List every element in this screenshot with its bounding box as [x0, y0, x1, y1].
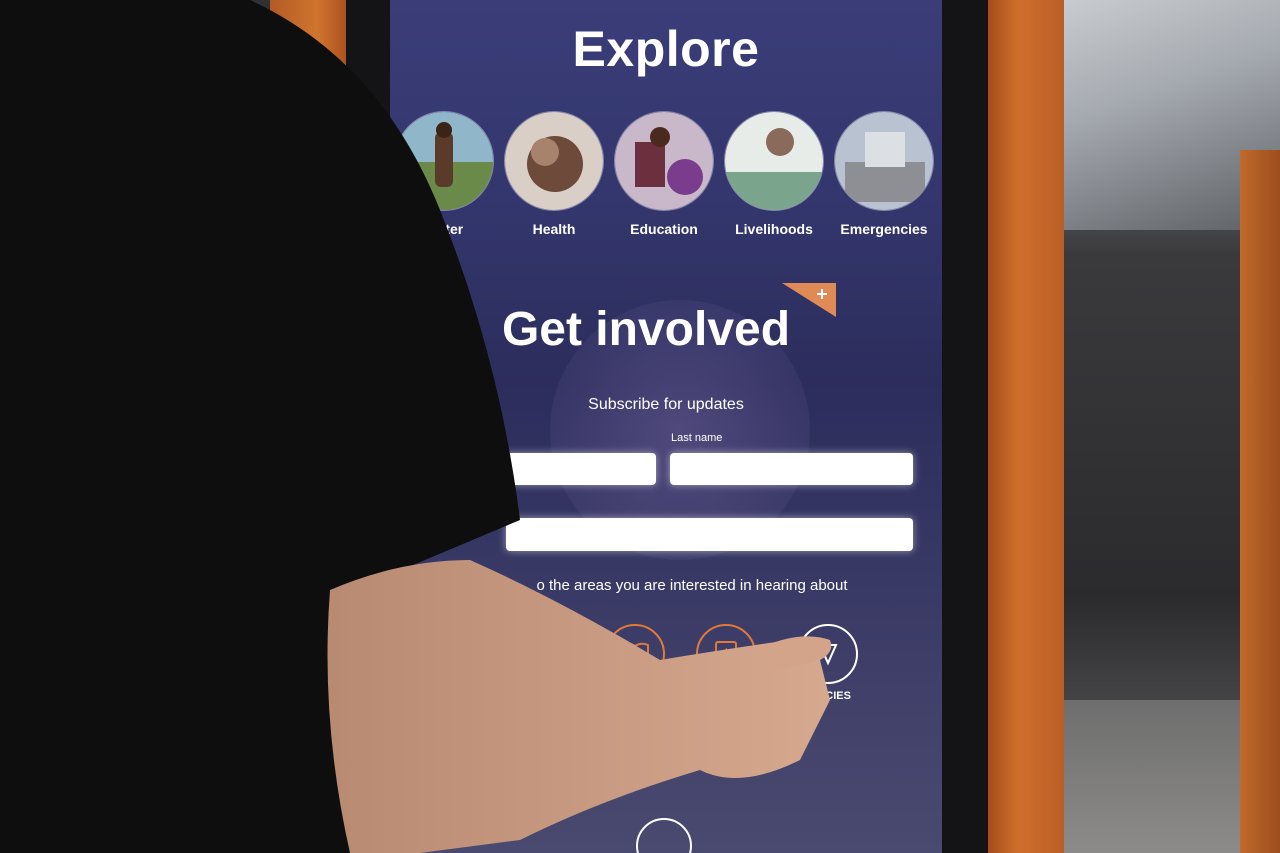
hallway-floor	[1064, 700, 1240, 853]
livelihoods-image	[724, 111, 824, 211]
category-label: Livelihoods	[735, 221, 813, 237]
category-label: Health	[532, 221, 576, 237]
last-name-field[interactable]	[670, 453, 913, 485]
category-emergencies[interactable]: Emergencies	[834, 111, 934, 237]
education-book-icon	[621, 642, 649, 666]
interest-text: o the areas you are interested in hearin…	[536, 577, 848, 594]
subscribe-text: Subscribe for updates	[588, 396, 744, 413]
livelihoods-icon	[715, 641, 737, 667]
first-name-field[interactable]	[488, 453, 656, 485]
kiosk-screen: Explore Water Health Education Livelihoo…	[390, 0, 942, 853]
hallway-pillar	[1240, 150, 1280, 853]
health-topic-button[interactable]	[530, 620, 590, 680]
livelihoods-topic-button[interactable]	[696, 624, 756, 684]
water-image	[394, 111, 494, 211]
category-label: Education	[630, 221, 698, 237]
category-water[interactable]: Water	[394, 111, 494, 237]
category-label: Emergencies	[840, 221, 928, 237]
explore-title: Explore	[572, 21, 760, 77]
health-icon	[549, 643, 571, 659]
education-topic-button[interactable]	[605, 624, 665, 684]
emergencies-topic-button[interactable]	[798, 624, 858, 684]
health-image	[504, 111, 604, 211]
education-image	[614, 111, 714, 211]
kiosk-frame-right	[988, 0, 1064, 853]
category-education[interactable]: Education	[614, 111, 714, 237]
category-label: Water	[424, 221, 464, 237]
category-health[interactable]: Health	[504, 111, 604, 237]
email-field[interactable]	[506, 518, 913, 551]
refresh-icon[interactable]	[636, 818, 692, 853]
get-involved-title: Get involved	[501, 303, 791, 356]
emergencies-icon	[818, 644, 838, 666]
kiosk-frame-left	[270, 0, 348, 853]
emergencies-image	[834, 111, 934, 211]
emergencies-topic-label: ENCIES	[810, 690, 851, 702]
category-livelihoods[interactable]: Livelihoods	[724, 111, 824, 237]
last-name-label: Last name	[671, 432, 723, 444]
